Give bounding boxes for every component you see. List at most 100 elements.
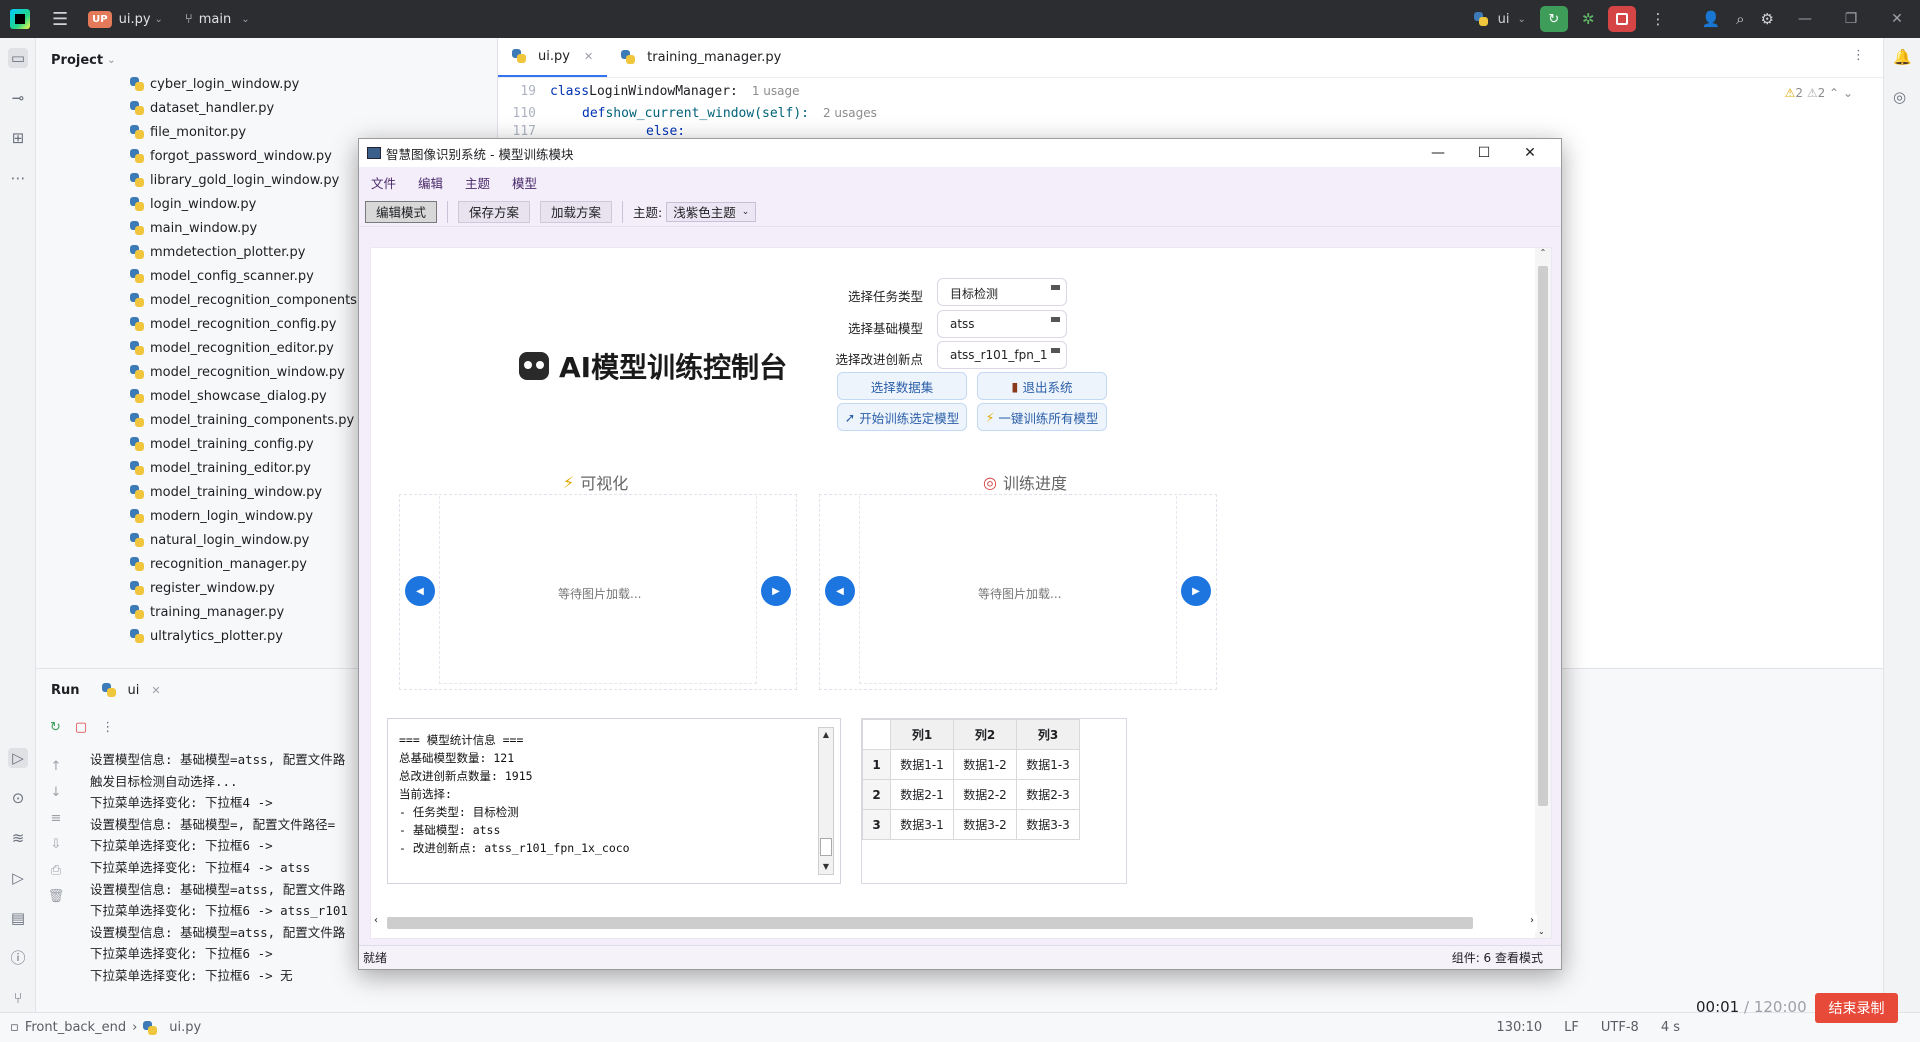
app-minimize-button[interactable]: — — [1415, 139, 1461, 167]
menu-edit[interactable]: 编辑 — [418, 173, 443, 192]
run-tool-icon[interactable]: ▷ — [8, 748, 28, 768]
model-stats-textbox[interactable]: === 模型统计信息 === 总基础模型数量: 121 总改进创新点数量: 1915… — [387, 718, 841, 884]
trash-icon[interactable]: 🗑 — [46, 889, 66, 915]
minimize-button[interactable]: — — [1782, 11, 1828, 27]
structure-icon[interactable]: ⊞ — [8, 128, 28, 148]
app-close-button[interactable]: ✕ — [1507, 139, 1553, 167]
scroll-right-icon[interactable]: › — [1530, 915, 1534, 926]
exit-system-button[interactable]: ▮ 退出系统 — [977, 372, 1107, 400]
visualization-next-button[interactable]: ▶ — [761, 576, 791, 606]
commit-icon[interactable]: ⊸ — [8, 88, 28, 108]
content-vertical-scrollbar[interactable]: ⌃ ⌄ — [1535, 248, 1551, 938]
edit-mode-button[interactable]: 编辑模式 — [365, 200, 438, 223]
soft-wrap-icon[interactable]: ≡ — [46, 811, 66, 837]
stop-button[interactable] — [1608, 6, 1637, 32]
table-cell[interactable]: 数据1-2 — [953, 749, 1017, 780]
row-header-cell[interactable]: 2 — [862, 779, 891, 810]
down-arrow-icon[interactable]: ↓ — [46, 785, 66, 811]
more-tools-icon[interactable]: ⋯ — [8, 168, 28, 188]
project-folder-icon[interactable]: ▭ — [8, 48, 28, 68]
content-horizontal-scrollbar[interactable]: ‹ › — [371, 914, 1537, 932]
more-icon[interactable]: ⋮ — [101, 720, 114, 735]
print-icon[interactable]: ⎙ — [46, 863, 66, 889]
editor-options-icon[interactable]: ⋮ — [1852, 48, 1865, 63]
services-icon[interactable]: ▷ — [8, 868, 28, 888]
usage-hint[interactable]: 1 usage — [752, 84, 800, 98]
save-scheme-button[interactable]: 保存方案 — [458, 200, 531, 223]
tab-ui-py[interactable]: ui.py ✕ — [498, 37, 608, 77]
file-tree-item[interactable]: cyber_login_window.py — [36, 72, 497, 96]
menu-theme[interactable]: 主题 — [465, 173, 490, 192]
terminal-icon[interactable]: ▤ — [8, 908, 28, 928]
menu-file[interactable]: 文件 — [371, 173, 396, 192]
notifications-icon[interactable]: 🔔 — [1893, 48, 1912, 66]
progress-prev-button[interactable]: ◀ — [825, 576, 855, 606]
project-badge[interactable]: UP — [88, 10, 112, 28]
base-model-select[interactable]: atss — [937, 310, 1067, 338]
close-tab-icon[interactable]: ✕ — [584, 50, 593, 63]
run-tab-ui[interactable]: ui ✕ — [101, 683, 161, 698]
inspection-widget[interactable]: ⚠2 ⚠2 ⌃ ⌄ — [1785, 86, 1853, 100]
table-cell[interactable]: 数据3-2 — [953, 809, 1017, 840]
file-tree-item[interactable]: dataset_handler.py — [36, 96, 497, 120]
table-cell[interactable]: 数据1-1 — [890, 749, 954, 780]
rerun-icon[interactable]: ↻ — [50, 720, 61, 735]
more-icon[interactable]: ⋮ — [1650, 10, 1665, 28]
debug-icon[interactable]: ✲ — [1582, 10, 1595, 28]
menu-model[interactable]: 模型 — [512, 173, 537, 192]
search-icon[interactable]: ⌕ — [1736, 10, 1744, 28]
table-header-cell[interactable]: 列2 — [953, 719, 1017, 750]
scroll-up-icon[interactable]: ⌃ — [1535, 248, 1551, 257]
chevron-up-icon[interactable]: ⌃ — [1829, 86, 1839, 100]
table-corner[interactable] — [862, 719, 891, 750]
file-encoding[interactable]: UTF-8 — [1601, 1020, 1639, 1035]
branch-selector[interactable]: ⑂ main ⌄ — [185, 12, 250, 27]
row-header-cell[interactable]: 1 — [862, 749, 891, 780]
indent-setting[interactable]: 4 s — [1661, 1020, 1680, 1035]
project-name[interactable]: ui.py — [119, 12, 151, 27]
table-cell[interactable]: 数据2-2 — [953, 779, 1017, 810]
app-maximize-button[interactable]: ☐ — [1461, 139, 1507, 167]
train-all-button[interactable]: ⚡ 一键训练所有模型 — [977, 403, 1107, 431]
close-window-button[interactable]: ✕ — [1874, 11, 1920, 27]
scroll-to-end-icon[interactable]: ⇩ — [46, 837, 66, 863]
layers-icon[interactable]: ≋ — [8, 828, 28, 848]
run-config-selector[interactable]: ui ⌄ — [1473, 12, 1526, 27]
data-table[interactable]: 列1 列2 列3 1 数据1-1 数据1-2 数据1-3 2 数据2-1 数据2-2 数据2-… — [862, 719, 1080, 840]
table-cell[interactable]: 数据3-3 — [1016, 809, 1080, 840]
ai-assistant-icon[interactable]: ◎ — [1893, 88, 1906, 106]
add-user-icon[interactable]: 👤 — [1701, 10, 1720, 28]
python-packages-icon[interactable]: ⊙ — [8, 788, 28, 808]
chevron-down-icon[interactable]: ⌄ — [155, 14, 163, 25]
load-scheme-button[interactable]: 加载方案 — [540, 200, 613, 223]
close-tab-icon[interactable]: ✕ — [151, 684, 160, 697]
table-cell[interactable]: 数据2-3 — [1016, 779, 1080, 810]
table-cell[interactable]: 数据1-3 — [1016, 749, 1080, 780]
scroll-up-icon[interactable]: ▲ — [819, 728, 833, 742]
table-header-cell[interactable]: 列1 — [890, 719, 954, 750]
task-type-select[interactable]: 目标检测 — [937, 278, 1067, 306]
improvement-select[interactable]: atss_r101_fpn_1 — [937, 341, 1067, 369]
git-icon[interactable]: ⑂ — [8, 988, 28, 1008]
code-area[interactable]: 19 class LoginWindowManager: 1 usage 110… — [498, 78, 1883, 139]
scroll-thumb[interactable] — [820, 838, 832, 856]
maximize-button[interactable]: ❐ — [1828, 11, 1874, 27]
theme-select[interactable]: 浅紫色主题 ⌄ — [666, 201, 757, 222]
visualization-prev-button[interactable]: ◀ — [405, 576, 435, 606]
train-selected-button[interactable]: ➚ 开始训练选定模型 — [837, 403, 967, 431]
scroll-down-icon[interactable]: ▼ — [819, 860, 833, 874]
chevron-down-icon[interactable]: ⌄ — [1843, 86, 1853, 100]
settings-icon[interactable]: ⚙ — [1761, 10, 1774, 28]
line-separator[interactable]: LF — [1564, 1020, 1579, 1035]
table-cell[interactable]: 数据2-1 — [890, 779, 954, 810]
scroll-thumb[interactable] — [1538, 266, 1548, 806]
stats-scrollbar[interactable]: ▲ ▼ — [818, 727, 834, 875]
progress-next-button[interactable]: ▶ — [1181, 576, 1211, 606]
breadcrumb-root[interactable]: Front_back_end — [25, 1020, 126, 1035]
scroll-down-icon[interactable]: ⌄ — [1538, 927, 1545, 936]
app-titlebar[interactable]: 智慧图像识别系统 - 模型训练模块 — ☐ ✕ — [359, 139, 1561, 167]
table-header-cell[interactable]: 列3 — [1016, 719, 1080, 750]
table-cell[interactable]: 数据3-1 — [890, 809, 954, 840]
cursor-position[interactable]: 130:10 — [1496, 1020, 1542, 1035]
problems-icon[interactable]: ⓘ — [8, 948, 28, 968]
